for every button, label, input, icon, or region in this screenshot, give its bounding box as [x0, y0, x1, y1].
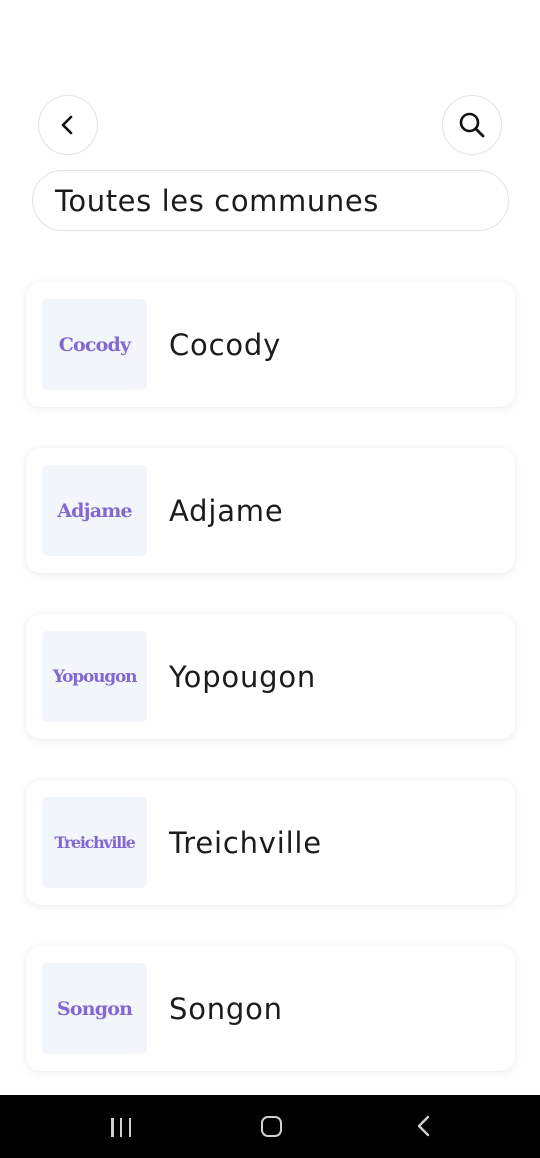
commune-logo-text: Treichville: [54, 833, 136, 852]
back-button[interactable]: [38, 95, 98, 155]
page-title: Toutes les communes: [55, 183, 379, 218]
commune-logo: Treichville: [42, 797, 147, 888]
commune-logo-text: Adjame: [57, 499, 132, 522]
commune-logo-text: Yopougon: [52, 666, 138, 687]
system-navigation-bar: [0, 1095, 540, 1158]
commune-card-treichville[interactable]: Treichville Treichville: [26, 780, 515, 905]
search-icon: [459, 112, 485, 138]
home-icon[interactable]: [261, 1116, 282, 1137]
commune-name: Songon: [169, 991, 283, 1026]
commune-name: Yopougon: [169, 659, 317, 694]
page-title-pill: Toutes les communes: [32, 170, 509, 231]
commune-logo: Cocody: [42, 299, 147, 390]
commune-name: Adjame: [169, 493, 284, 528]
recent-apps-icon[interactable]: [111, 1118, 131, 1137]
commune-name: Cocody: [169, 327, 282, 362]
chevron-left-icon: [61, 115, 73, 135]
commune-logo-text: Songon: [56, 997, 133, 1020]
commune-logo: Yopougon: [42, 631, 147, 722]
screen: Toutes les communes Cocody Cocody Adjame…: [0, 0, 540, 1158]
system-back-icon[interactable]: [414, 1114, 434, 1138]
commune-card-songon[interactable]: Songon Songon: [26, 946, 515, 1071]
commune-card-yopougon[interactable]: Yopougon Yopougon: [26, 614, 515, 739]
commune-logo: Adjame: [42, 465, 147, 556]
commune-card-adjame[interactable]: Adjame Adjame: [26, 448, 515, 573]
commune-logo: Songon: [42, 963, 147, 1054]
commune-list: Cocody Cocody Adjame Adjame Yopougon Yop…: [26, 282, 515, 1112]
commune-logo-text: Cocody: [58, 333, 131, 356]
commune-name: Treichville: [169, 825, 322, 860]
search-button[interactable]: [442, 95, 502, 155]
commune-card-cocody[interactable]: Cocody Cocody: [26, 282, 515, 407]
